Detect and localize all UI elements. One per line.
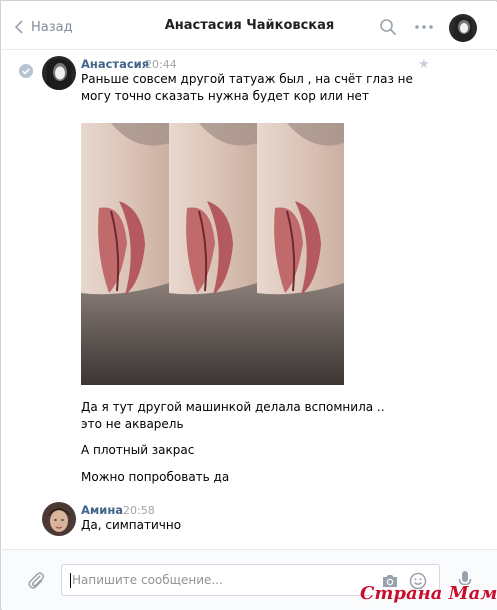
message-text: Да я тут другой машинкой делала вспомнил… <box>81 400 385 431</box>
avatar-photo <box>42 56 76 90</box>
message-history: Анастасия 20:44 ★ Раньше совсем другой т… <box>2 51 497 549</box>
message-time[interactable]: 20:58 <box>123 504 155 517</box>
watermark-text: Страна Мам <box>360 583 497 604</box>
back-label: Назад <box>31 19 73 35</box>
lips-photo <box>81 123 344 385</box>
message-input[interactable] <box>72 565 372 595</box>
photo-attachment[interactable] <box>81 123 344 385</box>
avatar[interactable] <box>42 56 76 90</box>
header-avatar[interactable] <box>449 14 477 42</box>
avatar[interactable] <box>42 502 76 536</box>
more-icon[interactable] <box>414 18 434 36</box>
chat-header: Назад Анастасия Чайковская <box>2 2 497 50</box>
chevron-left-icon <box>14 20 23 34</box>
message-author[interactable]: Анастасия <box>81 57 149 71</box>
message-text: Да, симпатично <box>81 518 182 532</box>
search-icon[interactable] <box>379 18 397 36</box>
message-time[interactable]: 20:44 <box>145 58 177 71</box>
message-text: А плотный закрас <box>81 443 195 457</box>
message-text: Можно попробовать да <box>81 470 230 484</box>
back-button[interactable]: Назад <box>14 16 73 38</box>
message-author[interactable]: Амина <box>81 503 123 517</box>
avatar-photo <box>449 14 477 42</box>
text-caret <box>70 573 71 588</box>
avatar-photo <box>42 502 76 536</box>
chat-window: Назад Анастасия Чайковская Анастасия 20:… <box>0 0 497 610</box>
paperclip-icon[interactable] <box>26 570 46 590</box>
message-text: Раньше совсем другой татуаж был , на счё… <box>81 72 413 103</box>
star-icon[interactable]: ★ <box>418 57 430 72</box>
read-check-icon <box>19 64 33 78</box>
